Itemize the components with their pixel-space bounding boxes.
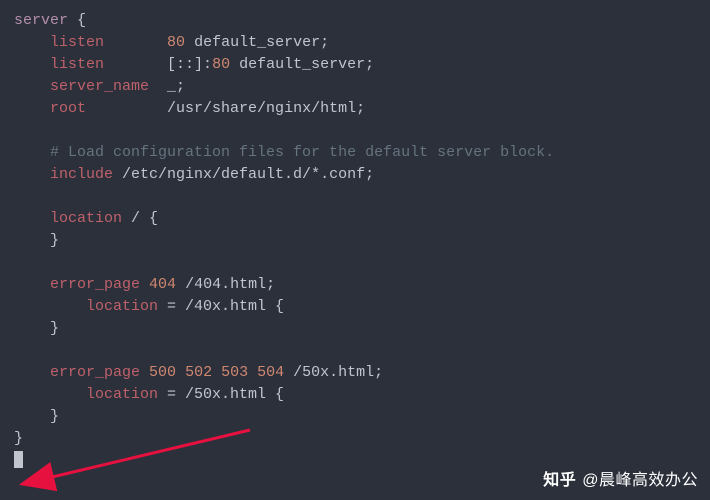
- code-token: default_server;: [185, 34, 329, 51]
- code-token: 502: [185, 364, 212, 381]
- code-token: / {: [122, 210, 158, 227]
- code-token: [::]:: [104, 56, 212, 73]
- code-token: }: [14, 320, 59, 337]
- cursor-icon: [14, 451, 23, 468]
- code-token: [14, 34, 50, 51]
- code-token: [248, 364, 257, 381]
- code-token: }: [14, 232, 59, 249]
- code-token: }: [14, 408, 59, 425]
- code-token: listen: [50, 56, 104, 73]
- code-token: location: [86, 386, 158, 403]
- code-token: = /50x.html {: [158, 386, 284, 403]
- code-token: }: [14, 430, 23, 447]
- code-token: /usr/share/nginx/html;: [86, 100, 365, 117]
- code-comment: # Load configuration files for the defau…: [50, 144, 554, 161]
- code-token: [14, 364, 50, 381]
- code-token: [140, 364, 149, 381]
- code-token: /etc/nginx/default.d/*.conf;: [113, 166, 374, 183]
- code-token: 80: [167, 34, 185, 51]
- code-token: server_name: [50, 78, 149, 95]
- code-token: error_page: [50, 276, 140, 293]
- code-token: root: [50, 100, 86, 117]
- code-token: _;: [149, 78, 185, 95]
- code-token: [14, 78, 50, 95]
- code-token: [140, 276, 149, 293]
- code-token: 504: [257, 364, 284, 381]
- code-token: include: [50, 166, 113, 183]
- code-token: location: [50, 210, 122, 227]
- watermark: 知乎 @晨峰高效办公: [543, 470, 698, 492]
- code-token: [14, 298, 86, 315]
- code-token: {: [68, 12, 86, 29]
- code-token: server: [14, 12, 68, 29]
- code-token: = /40x.html {: [158, 298, 284, 315]
- code-token: [176, 364, 185, 381]
- code-token: [14, 386, 86, 403]
- code-token: location: [86, 298, 158, 315]
- watermark-author: @晨峰高效办公: [582, 470, 698, 492]
- code-token: error_page: [50, 364, 140, 381]
- code-token: [14, 144, 50, 161]
- code-token: listen: [50, 34, 104, 51]
- code-token: default_server;: [230, 56, 374, 73]
- code-token: [14, 166, 50, 183]
- code-token: [14, 56, 50, 73]
- code-token: 500: [149, 364, 176, 381]
- code-token: /404.html;: [176, 276, 275, 293]
- code-token: [14, 100, 50, 117]
- code-token: [104, 34, 167, 51]
- code-token: 80: [212, 56, 230, 73]
- code-token: [212, 364, 221, 381]
- code-token: 503: [221, 364, 248, 381]
- code-token: [14, 210, 50, 227]
- code-token: [14, 276, 50, 293]
- code-token: /50x.html;: [284, 364, 383, 381]
- code-token: 404: [149, 276, 176, 293]
- code-block: server { listen 80 default_server; liste…: [0, 0, 710, 482]
- zhihu-logo-icon: 知乎: [543, 470, 576, 492]
